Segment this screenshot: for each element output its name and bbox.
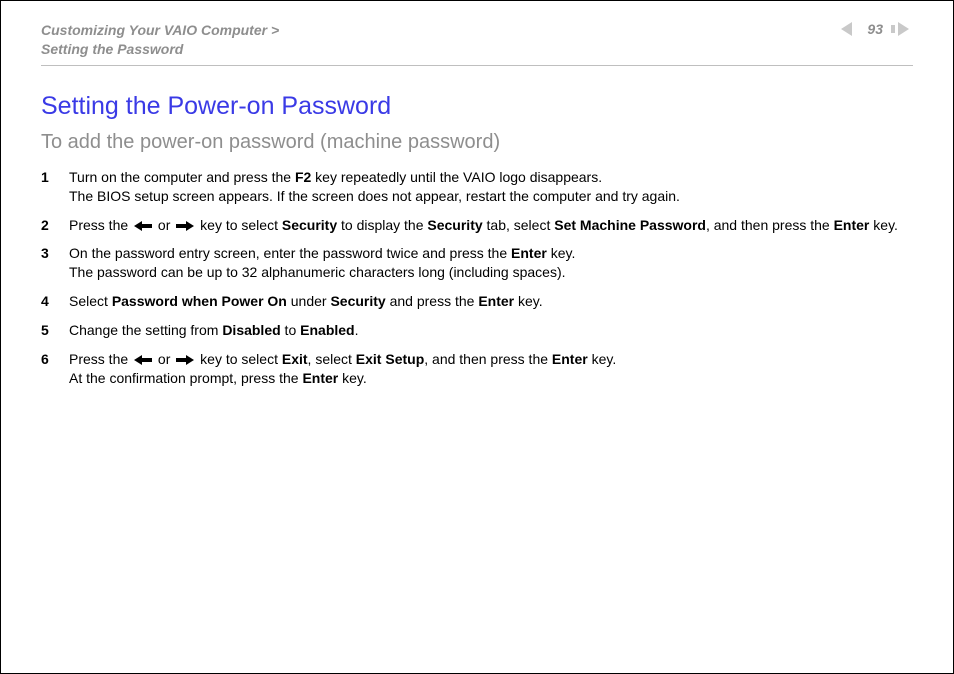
bold-term: Enter xyxy=(478,293,514,309)
arrow-left-icon xyxy=(134,221,152,231)
page-number: 93 xyxy=(867,21,883,37)
steps-list: 1Turn on the computer and press the F2 k… xyxy=(41,168,913,388)
step-number: 4 xyxy=(41,292,69,311)
step-number: 1 xyxy=(41,168,69,187)
header: Customizing Your VAIO Computer > Setting… xyxy=(41,21,913,59)
bold-term: Enabled xyxy=(300,322,354,338)
step-number: 6 xyxy=(41,350,69,369)
bold-term: Security xyxy=(427,217,482,233)
arrow-left-icon xyxy=(134,355,152,365)
step-body: Press the or key to select Exit, select … xyxy=(69,350,913,388)
bold-term: Security xyxy=(282,217,337,233)
document-page: Customizing Your VAIO Computer > Setting… xyxy=(0,0,954,674)
step-line: At the confirmation prompt, press the En… xyxy=(69,369,913,388)
bold-term: F2 xyxy=(295,169,311,185)
step-line: Change the setting from Disabled to Enab… xyxy=(69,321,913,340)
step-line: Press the or key to select Security to d… xyxy=(69,216,913,235)
step-item: 1Turn on the computer and press the F2 k… xyxy=(41,168,913,206)
step-item: 4Select Password when Power On under Sec… xyxy=(41,292,913,311)
bold-term: Enter xyxy=(511,245,547,261)
step-item: 3On the password entry screen, enter the… xyxy=(41,244,913,282)
step-line: Select Password when Power On under Secu… xyxy=(69,292,913,311)
bold-term: Disabled xyxy=(222,322,280,338)
bold-term: Set Machine Password xyxy=(554,217,706,233)
arrow-right-icon xyxy=(176,221,194,231)
breadcrumb-section: Customizing Your VAIO Computer xyxy=(41,22,267,38)
step-line: The BIOS setup screen appears. If the sc… xyxy=(69,187,913,206)
step-body: Turn on the computer and press the F2 ke… xyxy=(69,168,913,206)
header-divider xyxy=(41,65,913,66)
step-body: Press the or key to select Security to d… xyxy=(69,216,913,235)
step-body: Select Password when Power On under Secu… xyxy=(69,292,913,311)
arrow-right-icon xyxy=(176,355,194,365)
bold-term: Exit Setup xyxy=(356,351,424,367)
breadcrumb: Customizing Your VAIO Computer > Setting… xyxy=(41,21,279,59)
breadcrumb-topic: Setting the Password xyxy=(41,41,183,57)
page-navigation: 93 xyxy=(841,21,913,37)
bold-term: Password when Power On xyxy=(112,293,287,309)
bold-term: Enter xyxy=(552,351,588,367)
step-number: 3 xyxy=(41,244,69,263)
bold-term: Enter xyxy=(834,217,870,233)
step-number: 5 xyxy=(41,321,69,340)
step-body: Change the setting from Disabled to Enab… xyxy=(69,321,913,340)
step-line: Turn on the computer and press the F2 ke… xyxy=(69,168,913,187)
step-line: Press the or key to select Exit, select … xyxy=(69,350,913,369)
step-item: 5Change the setting from Disabled to Ena… xyxy=(41,321,913,340)
page-title: Setting the Power-on Password xyxy=(41,92,913,121)
step-line: The password can be up to 32 alphanumeri… xyxy=(69,263,913,282)
next-page-icon[interactable] xyxy=(891,22,913,36)
step-item: 6Press the or key to select Exit, select… xyxy=(41,350,913,388)
prev-page-icon[interactable] xyxy=(841,22,859,36)
step-body: On the password entry screen, enter the … xyxy=(69,244,913,282)
step-number: 2 xyxy=(41,216,69,235)
step-line: On the password entry screen, enter the … xyxy=(69,244,913,263)
step-item: 2Press the or key to select Security to … xyxy=(41,216,913,235)
bold-term: Security xyxy=(330,293,385,309)
breadcrumb-separator: > xyxy=(271,22,279,38)
bold-term: Exit xyxy=(282,351,308,367)
page-subtitle: To add the power-on password (machine pa… xyxy=(41,131,913,154)
bold-term: Enter xyxy=(302,370,338,386)
